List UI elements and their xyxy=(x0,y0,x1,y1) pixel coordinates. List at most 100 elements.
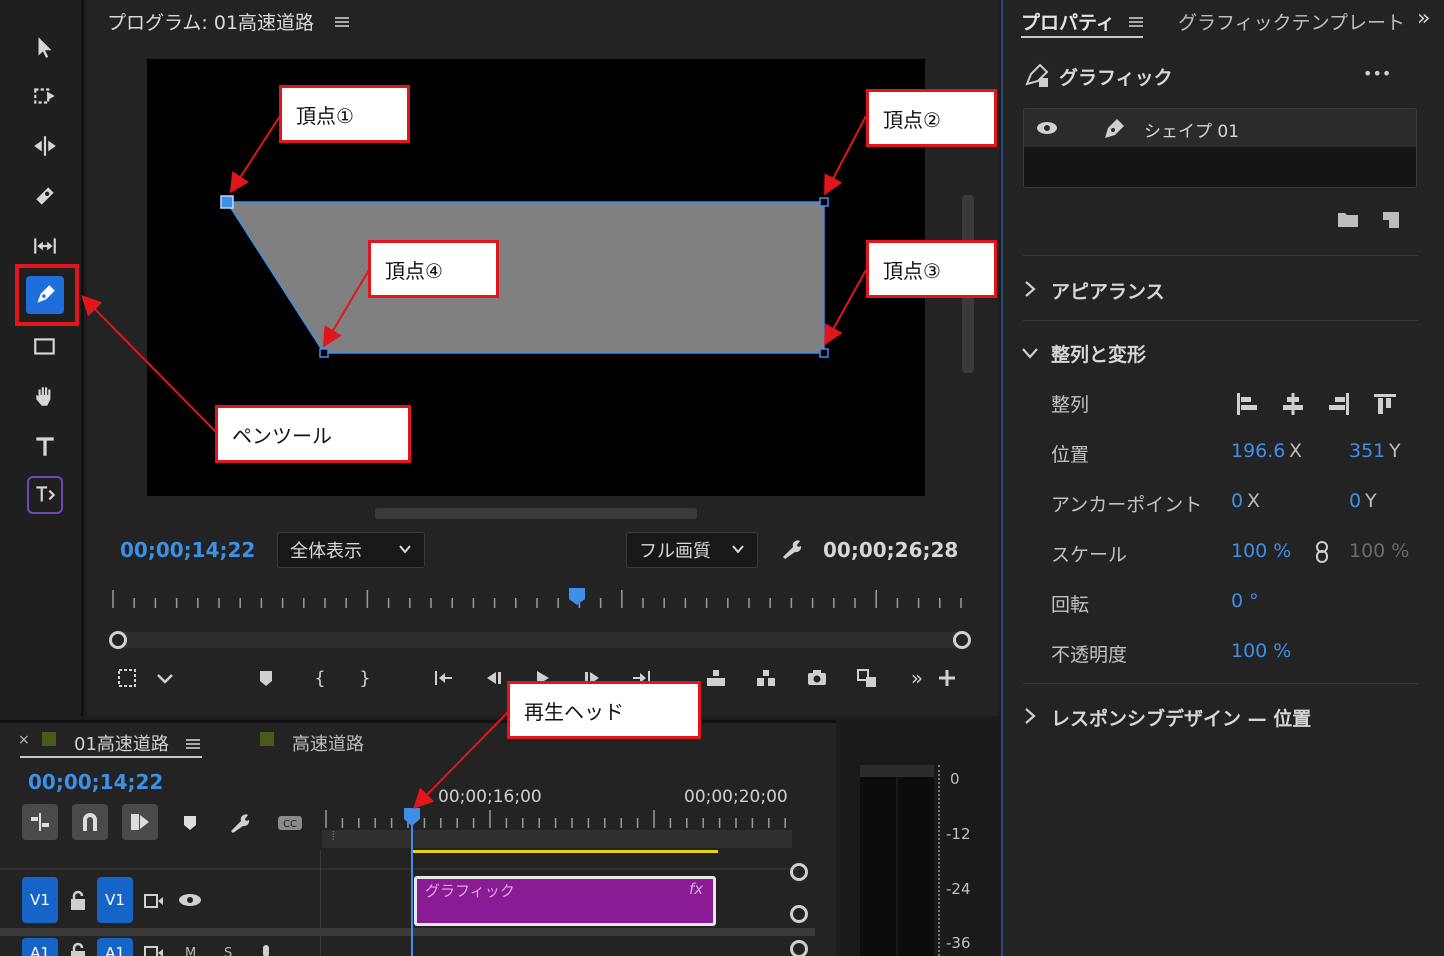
callout-vertex2: 頂点② xyxy=(866,89,997,147)
meter-channel-left xyxy=(860,765,896,956)
graphic-clip[interactable]: グラフィック fx xyxy=(414,876,716,926)
add-button-icon[interactable] xyxy=(932,664,962,692)
panel-menu-icon[interactable] xyxy=(186,736,200,750)
slip-tool-icon[interactable] xyxy=(24,227,66,265)
add-marker-icon[interactable] xyxy=(182,814,198,832)
tab-graphic-template[interactable]: グラフィックテンプレート xyxy=(1178,8,1406,35)
anchor-y-value[interactable]: 0 xyxy=(1349,490,1361,512)
zoom-end-handle[interactable] xyxy=(953,631,971,649)
monitor-time-ruler[interactable] xyxy=(109,588,977,610)
wrench-icon[interactable] xyxy=(780,538,804,562)
overflow-tabs-icon[interactable]: » xyxy=(1417,6,1430,31)
go-to-in-icon[interactable] xyxy=(428,664,458,692)
timeline-playhead[interactable] xyxy=(402,806,422,828)
panel-menu-icon[interactable] xyxy=(1129,14,1143,28)
close-tab-icon[interactable]: × xyxy=(18,732,30,748)
zoom-level-select[interactable]: 全体表示 xyxy=(277,532,425,568)
timeline-timecode[interactable]: 00;00;14;22 xyxy=(28,770,163,794)
align-top-icon[interactable] xyxy=(1371,390,1399,418)
lift-icon[interactable] xyxy=(701,664,731,692)
track-scroll-knob[interactable] xyxy=(790,863,808,881)
position-y-value[interactable]: 351 xyxy=(1349,440,1385,462)
opacity-value[interactable]: 100 % xyxy=(1231,640,1291,662)
align-left-icon[interactable] xyxy=(1233,390,1261,418)
track-scroll-knob[interactable] xyxy=(790,905,808,923)
panel-menu-icon[interactable] xyxy=(335,14,349,28)
chevron-right-icon[interactable] xyxy=(1023,707,1037,725)
rectangle-tool-icon[interactable] xyxy=(24,328,66,366)
more-options-icon[interactable]: ••• xyxy=(1363,64,1391,83)
current-timecode[interactable]: 00;00;14;22 xyxy=(120,538,255,562)
track-target-v1[interactable]: V1 xyxy=(97,877,133,923)
align-right-icon[interactable] xyxy=(1325,390,1353,418)
microphone-icon[interactable] xyxy=(258,944,274,956)
snap-magnet-icon[interactable] xyxy=(72,804,108,840)
track-target-a1[interactable]: A1 xyxy=(97,938,133,956)
mark-out-icon[interactable]: } xyxy=(350,664,380,692)
graphic-title: グラフィック xyxy=(1059,67,1173,89)
layer-row[interactable]: シェイプ 01 xyxy=(1024,109,1416,147)
section-appearance[interactable]: アピアランス xyxy=(1051,277,1165,304)
horizontal-scrollbar[interactable] xyxy=(375,508,697,519)
captions-icon[interactable]: CC xyxy=(276,814,304,832)
solo-button[interactable]: S xyxy=(224,946,232,956)
zoom-scrollbar[interactable] xyxy=(109,631,971,649)
type-tool-icon[interactable] xyxy=(24,427,66,465)
playback-quality-select[interactable]: フル画質 xyxy=(626,532,758,568)
timeline-tab-active[interactable]: 01高速道路 xyxy=(74,730,169,756)
eye-icon[interactable] xyxy=(178,892,202,908)
source-patch-v1[interactable]: V1 xyxy=(22,877,58,923)
sync-lock-icon[interactable] xyxy=(143,892,165,910)
safe-margins-button[interactable] xyxy=(112,664,142,692)
marker-icon[interactable] xyxy=(251,664,281,692)
work-area-bar[interactable]: ⦙ xyxy=(322,829,792,848)
mute-button[interactable]: M xyxy=(185,946,196,956)
anchor-x-value[interactable]: 0 xyxy=(1231,490,1243,512)
chevron-down-icon[interactable] xyxy=(150,664,180,692)
chevron-down-icon[interactable] xyxy=(1021,345,1039,359)
lock-icon[interactable] xyxy=(68,890,88,912)
pen-tool-icon[interactable] xyxy=(26,276,64,314)
source-patch-a1[interactable]: A1 xyxy=(22,938,58,956)
scale-value-2: 100 % xyxy=(1349,540,1410,562)
section-responsive-design[interactable]: レスポンシブデザイン — 位置 xyxy=(1051,704,1311,731)
folder-icon[interactable] xyxy=(1337,210,1359,228)
program-monitor-title[interactable]: プログラム: 01高速道路 xyxy=(107,8,314,35)
razor-tool-icon[interactable] xyxy=(24,177,66,215)
fx-badge[interactable]: fx xyxy=(689,880,703,898)
tab-properties[interactable]: プロパティ xyxy=(1021,8,1115,35)
vertical-type-tool-icon[interactable] xyxy=(27,476,63,514)
track-scroll-knob[interactable] xyxy=(790,940,808,956)
wrench-icon[interactable] xyxy=(228,812,252,836)
mark-in-icon[interactable]: { xyxy=(305,664,335,692)
timeline-ruler[interactable] xyxy=(322,808,792,830)
scroll-grip-icon[interactable]: ⦙ xyxy=(332,829,335,844)
selection-tool-icon[interactable] xyxy=(24,28,66,66)
new-layer-icon[interactable] xyxy=(1381,210,1401,230)
eye-icon[interactable] xyxy=(1036,118,1058,138)
layer-name[interactable]: シェイプ 01 xyxy=(1144,117,1239,142)
zoom-start-handle[interactable] xyxy=(109,631,127,649)
link-icon[interactable] xyxy=(1315,540,1329,564)
divider xyxy=(1023,683,1418,684)
lock-icon[interactable] xyxy=(68,942,88,956)
position-x-value[interactable]: 196.6 xyxy=(1231,440,1285,462)
sync-lock-icon[interactable] xyxy=(143,944,165,956)
more-controls-icon[interactable]: » xyxy=(902,664,932,692)
section-align-transform[interactable]: 整列と変形 xyxy=(1051,340,1146,367)
scale-value[interactable]: 100 % xyxy=(1231,540,1291,562)
align-center-icon[interactable] xyxy=(1279,390,1307,418)
linked-selection-icon[interactable] xyxy=(122,804,158,840)
nest-button[interactable] xyxy=(22,804,58,840)
step-back-icon[interactable] xyxy=(479,664,509,692)
ripple-edit-tool-icon[interactable] xyxy=(24,127,66,165)
pen-layer-icon xyxy=(1102,115,1128,141)
chevron-right-icon[interactable] xyxy=(1023,280,1037,298)
rotation-value[interactable]: 0 ° xyxy=(1231,590,1259,612)
hand-tool-icon[interactable] xyxy=(24,377,66,415)
multicam-icon[interactable] xyxy=(852,664,882,692)
extract-icon[interactable] xyxy=(751,664,781,692)
track-select-tool-icon[interactable] xyxy=(24,77,66,115)
camera-icon[interactable] xyxy=(802,664,832,692)
timeline-tab-other[interactable]: 高速道路 xyxy=(292,730,364,756)
